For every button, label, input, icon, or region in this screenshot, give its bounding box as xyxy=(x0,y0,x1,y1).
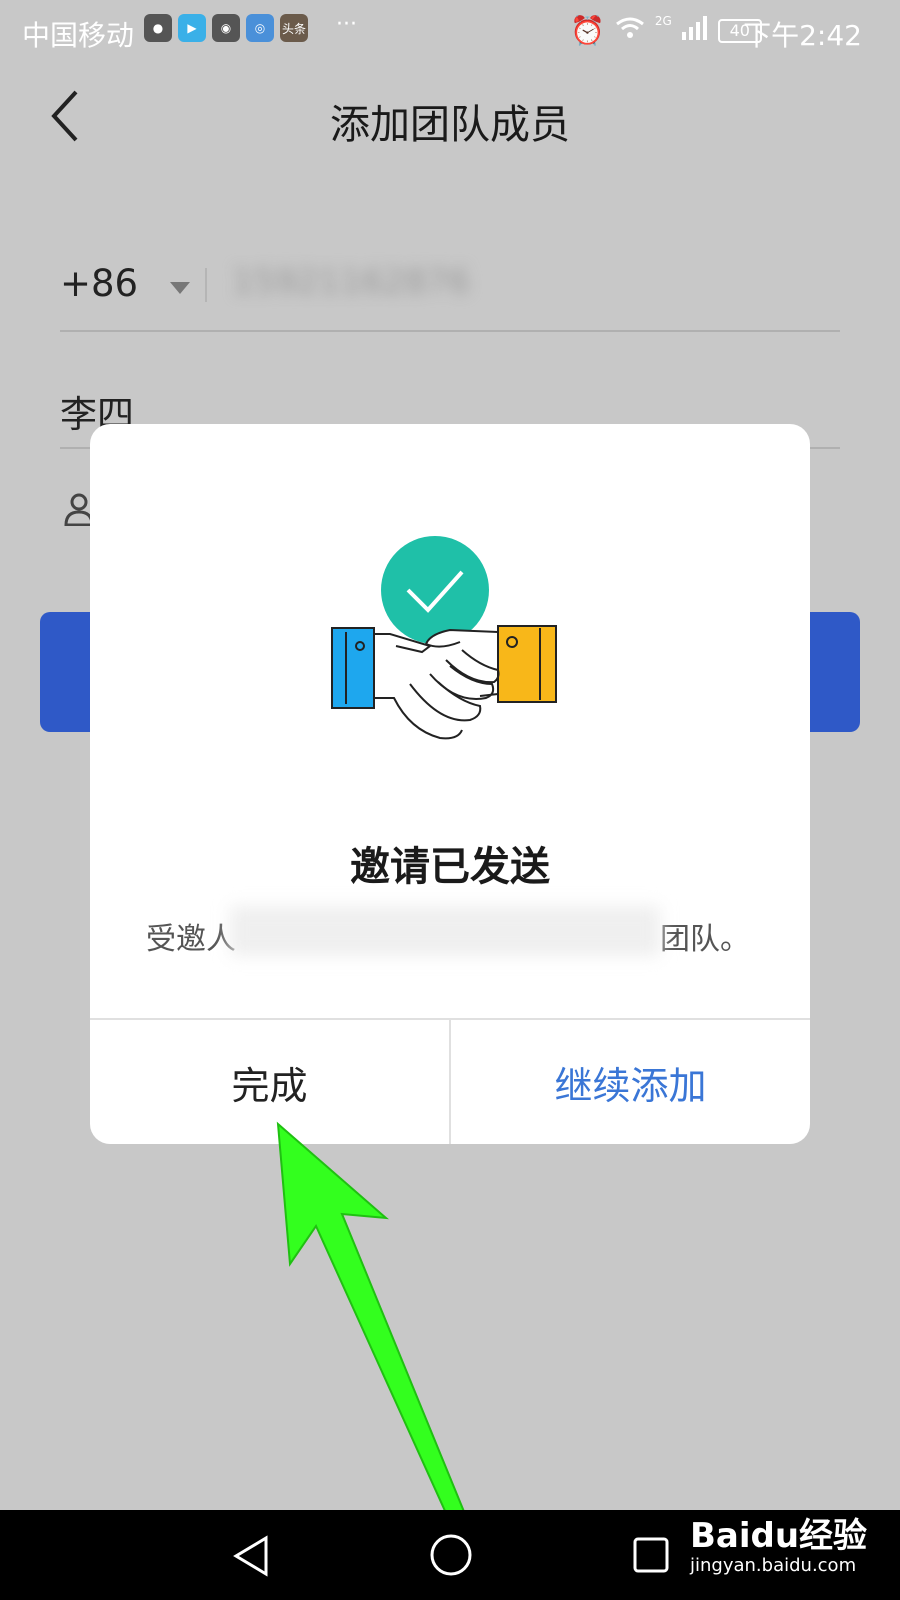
handshake-check-icon xyxy=(330,534,570,744)
country-code-select[interactable]: +86 xyxy=(60,262,138,305)
done-button[interactable]: 完成 xyxy=(90,1020,449,1144)
more-notifications-icon: ··· xyxy=(336,12,357,37)
system-icons: ⏰ 2G 40 xyxy=(570,14,762,47)
watermark-main: Baidu经验 xyxy=(690,1516,868,1556)
status-time: 下午2:42 xyxy=(743,19,862,52)
alarm-icon: ⏰ xyxy=(570,14,605,47)
carrier-label: 中国移动 xyxy=(22,19,135,52)
page-title: 添加团队成员 xyxy=(330,102,570,148)
camera-icon: ◉ xyxy=(212,14,240,42)
music-icon: ● xyxy=(144,14,172,42)
invitation-sent-dialog: 邀请已发送 受邀人 团队。 完成 继续添加 xyxy=(90,424,810,1144)
dialog-message-start: 受邀人 xyxy=(146,922,236,957)
nav-back-button[interactable] xyxy=(228,1532,276,1580)
browser-icon: ◎ xyxy=(246,14,274,42)
wifi-icon xyxy=(615,14,645,47)
continue-adding-button[interactable]: 继续添加 xyxy=(451,1020,810,1144)
nav-recent-button[interactable] xyxy=(632,1536,670,1574)
divider xyxy=(205,268,207,302)
dialog-title: 邀请已发送 xyxy=(350,844,550,890)
signal-icon xyxy=(681,14,708,47)
network-type-label: 2G xyxy=(654,14,672,28)
status-bar: 中国移动 ● ▶ ◉ ◎ 头条 ··· ⏰ 2G 40 下午2:42 xyxy=(0,0,900,62)
notification-icons: ● ▶ ◉ ◎ 头条 xyxy=(144,14,308,42)
watermark-sub: jingyan.baidu.com xyxy=(690,1555,857,1576)
phone-input[interactable]: 15921162876 xyxy=(232,262,482,308)
video-play-icon: ▶ xyxy=(178,14,206,42)
redacted-text-mask xyxy=(230,906,660,956)
caret-down-icon[interactable] xyxy=(170,282,190,294)
dialog-message-end: 团队。 xyxy=(660,922,750,957)
square-recent-icon xyxy=(633,1537,669,1573)
toutiao-icon: 头条 xyxy=(280,14,308,42)
phone-underline xyxy=(60,330,840,332)
circle-home-icon xyxy=(430,1534,472,1576)
nav-home-button[interactable] xyxy=(428,1532,474,1578)
triangle-back-icon xyxy=(233,1535,268,1577)
baidu-watermark: Baidu经验 jingyan.baidu.com xyxy=(690,1508,867,1576)
